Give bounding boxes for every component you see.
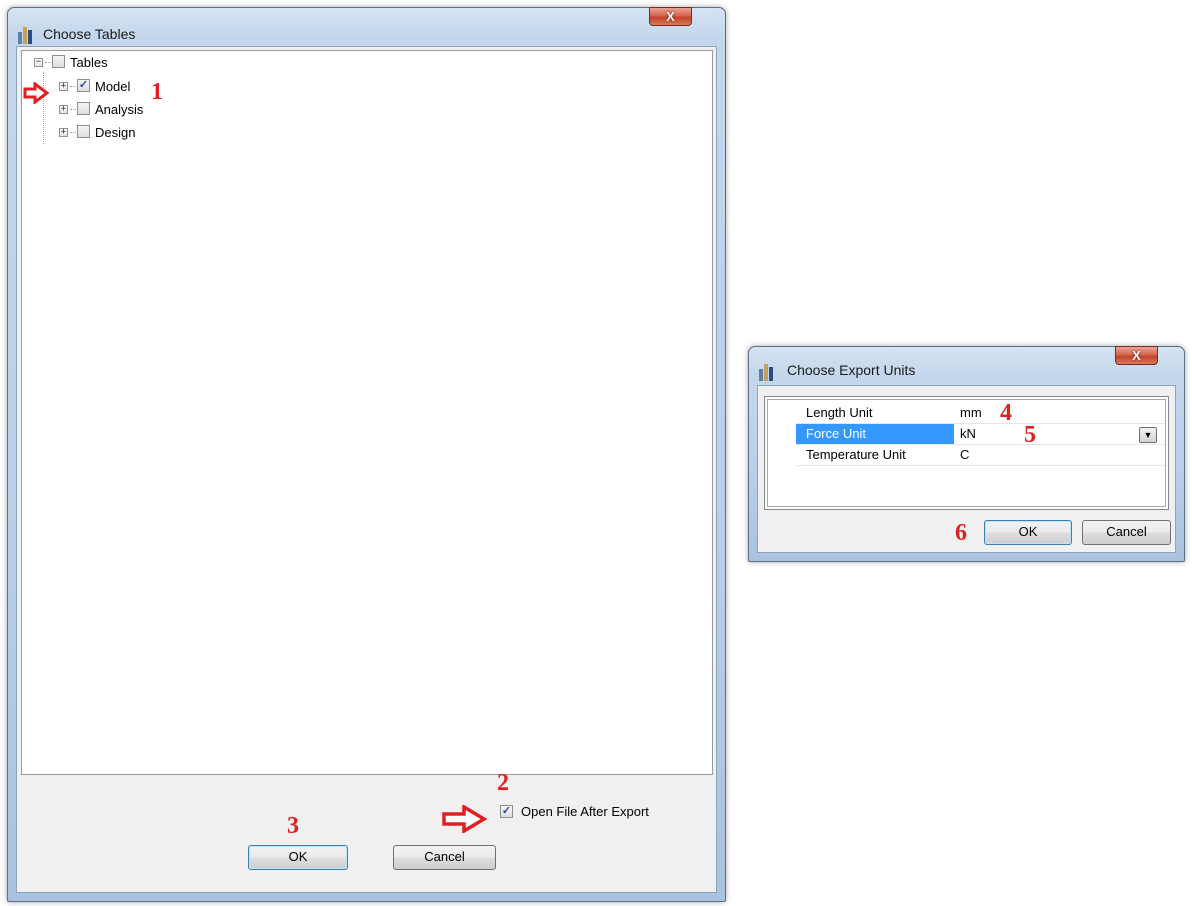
row-name: Force Unit (806, 426, 866, 441)
annotation-number: 4 (1000, 400, 1012, 426)
title-bar[interactable]: Choose Tables X (8, 7, 725, 44)
close-button[interactable]: X (649, 7, 692, 26)
expand-icon[interactable]: + (59, 82, 68, 91)
annotation-number: 2 (497, 770, 509, 796)
annotation-number: 3 (287, 813, 299, 839)
app-icon (18, 27, 35, 44)
cancel-button[interactable]: Cancel (393, 845, 496, 870)
choose-tables-dialog: Choose Tables X − Tables + ✓ Model + Ana… (7, 7, 726, 902)
dialog-title: Choose Export Units (787, 362, 916, 378)
ok-button[interactable]: OK (984, 520, 1072, 545)
red-arrow-icon (23, 82, 49, 104)
row-name: Temperature Unit (806, 447, 906, 462)
annotation-number: 5 (1024, 422, 1036, 448)
analysis-checkbox[interactable] (77, 102, 90, 115)
dropdown-arrow-icon[interactable]: ▼ (1139, 427, 1157, 443)
tree-connector (70, 109, 76, 110)
tables-tree[interactable]: − Tables + ✓ Model + Analysis + Design (21, 50, 713, 775)
annotation-number: 1 (151, 79, 163, 105)
close-button[interactable]: X (1115, 346, 1158, 365)
expand-icon[interactable]: + (59, 105, 68, 114)
units-grid[interactable]: Length Unit mm Force Unit kN ▼ Temperatu… (764, 396, 1169, 510)
title-bar[interactable]: Choose Export Units X (749, 346, 1184, 381)
grid-frame: Length Unit mm Force Unit kN ▼ Temperatu… (767, 399, 1166, 507)
annotation-number: 6 (955, 520, 967, 546)
grid-row-length[interactable]: Length Unit mm (796, 403, 1165, 424)
collapse-icon[interactable]: − (34, 58, 43, 67)
design-checkbox[interactable] (77, 125, 90, 138)
tree-label: Analysis (95, 102, 144, 117)
row-value[interactable]: kN (960, 426, 976, 441)
open-after-export-checkbox[interactable]: ✓ (500, 805, 513, 818)
model-checkbox[interactable]: ✓ (77, 79, 90, 92)
cancel-button[interactable]: Cancel (1082, 520, 1171, 545)
row-value[interactable]: C (960, 447, 969, 462)
tables-checkbox[interactable] (52, 55, 65, 68)
grid-row-temperature[interactable]: Temperature Unit C (796, 445, 1165, 466)
tree-connector (70, 132, 76, 133)
open-after-export-label: Open File After Export (521, 804, 649, 819)
app-icon (759, 364, 776, 381)
tree-connector (70, 86, 76, 87)
tree-connector (45, 62, 51, 63)
row-name: Length Unit (806, 405, 873, 420)
expand-icon[interactable]: + (59, 128, 68, 137)
tree-label: Design (95, 125, 136, 140)
red-arrow-icon (442, 805, 487, 833)
ok-button[interactable]: OK (248, 845, 348, 870)
row-value[interactable]: mm (960, 405, 982, 420)
grid-row-force[interactable]: Force Unit kN ▼ (796, 424, 1165, 445)
dialog-client: − Tables + ✓ Model + Analysis + Design ✓… (16, 46, 717, 893)
tree-label: Tables (70, 55, 108, 70)
dialog-title: Choose Tables (43, 26, 136, 42)
tree-label: Model (95, 79, 131, 94)
